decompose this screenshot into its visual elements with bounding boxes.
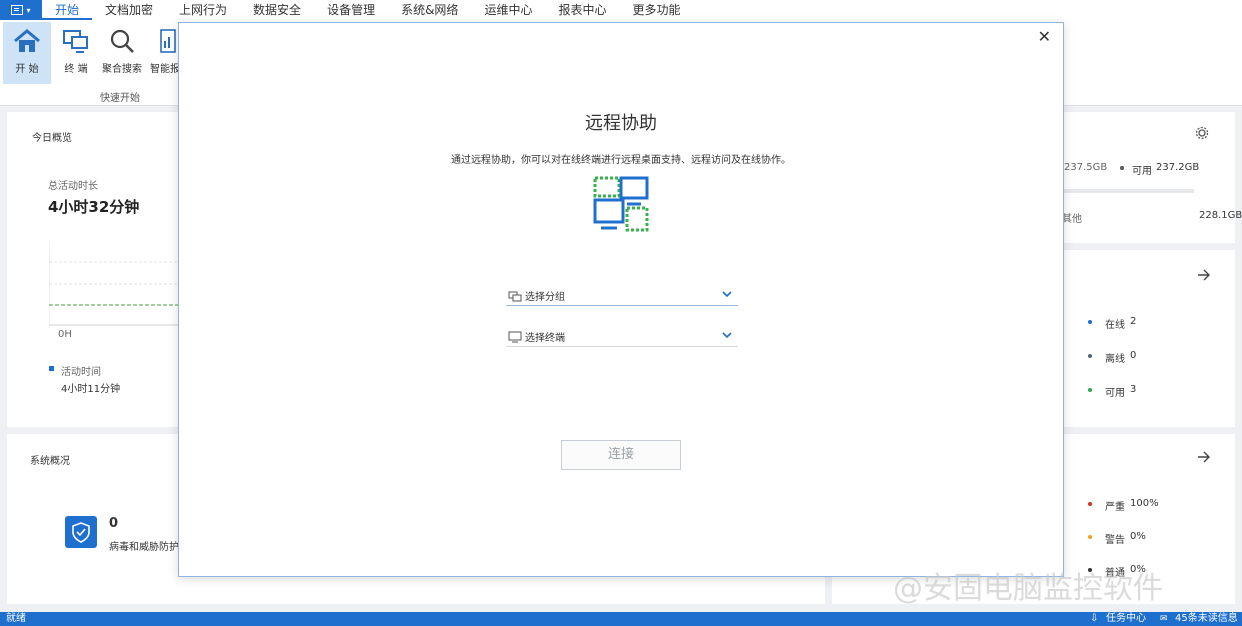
report-icon bbox=[160, 29, 176, 53]
monitor-icon bbox=[508, 331, 522, 342]
disk-other-label: 其他 bbox=[1062, 214, 1082, 225]
ribbon-terminal-label: 终 端 bbox=[64, 64, 88, 75]
menu-item-doc-encrypt[interactable]: 文档加密 bbox=[92, 0, 166, 20]
app-menu-button[interactable]: ▾ bbox=[0, 0, 42, 20]
menu-bar: ▾ 开始 文档加密 上网行为 数据安全 设备管理 系统&网络 运维中心 报表中心… bbox=[0, 0, 1242, 20]
system-overview-title: 系统概况 bbox=[30, 456, 70, 467]
ribbon-terminal-button[interactable]: 终 端 bbox=[52, 22, 100, 84]
shield-icon bbox=[65, 516, 97, 548]
disk-avail-dot bbox=[1120, 166, 1124, 170]
disk-avail-label: 可用 bbox=[1132, 166, 1152, 177]
group-select[interactable]: 选择分组 bbox=[506, 286, 738, 306]
ribbon-group-label: 快速开始 bbox=[100, 93, 140, 104]
gear-icon[interactable] bbox=[1195, 126, 1209, 140]
legend-value: 4小时11分钟 bbox=[61, 384, 121, 395]
available-value: 3 bbox=[1130, 384, 1137, 395]
offline-value: 0 bbox=[1130, 350, 1137, 361]
menu-item-more[interactable]: 更多功能 bbox=[619, 0, 693, 20]
online-dot bbox=[1088, 320, 1092, 324]
severe-label: 严重 bbox=[1105, 502, 1125, 513]
warning-value: 0% bbox=[1130, 531, 1146, 542]
menu-item-ops-center[interactable]: 运维中心 bbox=[471, 0, 545, 20]
status-bar: 就绪 ⇩ 任务中心 ✉ 45条未读信息 bbox=[0, 612, 1242, 626]
terminal-select-placeholder: 选择终端 bbox=[525, 333, 565, 344]
virus-label: 病毒和威胁防护 bbox=[109, 542, 179, 553]
online-value: 2 bbox=[1130, 316, 1137, 327]
arrow-right-icon[interactable] bbox=[1197, 268, 1211, 282]
terminal-status-card: 在线 2 离线 0 可用 3 bbox=[1060, 250, 1235, 427]
watermark: @安固电脑监控软件 bbox=[893, 571, 1163, 606]
status-text: 就绪 bbox=[6, 613, 26, 624]
arrow-right-icon[interactable] bbox=[1197, 450, 1211, 464]
group-icon bbox=[508, 291, 522, 301]
ribbon-report-button[interactable]: 智能报 bbox=[146, 22, 178, 84]
unread-messages-link[interactable]: 45条未读信息 bbox=[1175, 612, 1238, 626]
dialog-title: 远程协助 bbox=[585, 113, 657, 134]
disk-avail-value: 237.2GB bbox=[1156, 162, 1200, 173]
menu-item-report-center[interactable]: 报表中心 bbox=[545, 0, 619, 20]
offline-label: 离线 bbox=[1105, 354, 1125, 365]
severe-value: 100% bbox=[1130, 498, 1159, 509]
search-icon bbox=[110, 29, 134, 53]
home-icon bbox=[14, 29, 40, 52]
disk-used-value: 237.5GB bbox=[1064, 162, 1108, 173]
chevron-down-icon bbox=[722, 332, 732, 339]
available-dot bbox=[1088, 388, 1092, 392]
severe-dot bbox=[1088, 502, 1092, 506]
close-icon[interactable]: ✕ bbox=[1038, 27, 1051, 46]
total-active-label: 总活动时长 bbox=[48, 181, 98, 192]
legend-swatch bbox=[49, 366, 54, 371]
menu-item-device-mgmt[interactable]: 设备管理 bbox=[314, 0, 388, 20]
today-overview-card: 今日概览 总活动时长 4小时32分钟 0H 活动时间 4小时11分钟 bbox=[7, 112, 187, 427]
remote-assist-dialog: ✕ 远程协助 通过远程协助，你可以对在线终端进行远程桌面支持、远程访问及在线协作… bbox=[178, 22, 1064, 577]
ribbon-search-button[interactable]: 聚合搜索 bbox=[98, 22, 146, 84]
today-overview-title: 今日概览 bbox=[32, 133, 72, 144]
ribbon-report-label: 智能报 bbox=[150, 64, 178, 75]
disk-progress-bar bbox=[1060, 189, 1194, 193]
connect-button[interactable]: 连接 bbox=[561, 440, 681, 470]
disk-other-value: 228.1GB bbox=[1199, 210, 1242, 221]
chevron-down-icon: ▾ bbox=[26, 5, 31, 15]
group-select-placeholder: 选择分组 bbox=[525, 292, 565, 303]
menu-item-data-security[interactable]: 数据安全 bbox=[240, 0, 314, 20]
warning-label: 警告 bbox=[1105, 535, 1125, 546]
legend-label: 活动时间 bbox=[61, 367, 101, 378]
download-icon: ⇩ bbox=[1090, 613, 1099, 624]
terminal-select[interactable]: 选择终端 bbox=[506, 327, 738, 347]
online-label: 在线 bbox=[1105, 320, 1125, 331]
disk-card: 237.5GB 可用 237.2GB 其他 228.1GB bbox=[1060, 112, 1242, 243]
warning-dot bbox=[1088, 535, 1092, 539]
chevron-down-icon bbox=[722, 291, 732, 298]
message-icon: ✉ bbox=[1160, 614, 1168, 624]
chart-axis-label: 0H bbox=[58, 329, 72, 340]
ribbon-search-label: 聚合搜索 bbox=[102, 64, 142, 75]
activity-chart bbox=[49, 242, 187, 326]
remote-desktop-icon bbox=[593, 176, 649, 232]
terminal-icon bbox=[63, 30, 88, 53]
app-menu-icon bbox=[11, 5, 24, 15]
ribbon-start-button[interactable]: 开 始 bbox=[3, 22, 51, 84]
dialog-description: 通过远程协助，你可以对在线终端进行远程桌面支持、远程访问及在线协作。 bbox=[451, 155, 791, 166]
menu-item-web-behavior[interactable]: 上网行为 bbox=[166, 0, 240, 20]
virus-count: 0 bbox=[109, 516, 119, 531]
total-active-value: 4小时32分钟 bbox=[48, 198, 140, 216]
available-label: 可用 bbox=[1105, 388, 1125, 399]
task-center-link[interactable]: 任务中心 bbox=[1106, 612, 1146, 626]
menu-item-system-network[interactable]: 系统&网络 bbox=[388, 0, 471, 20]
ribbon-start-label: 开 始 bbox=[15, 64, 39, 75]
menu-item-start[interactable]: 开始 bbox=[42, 0, 93, 20]
offline-dot bbox=[1088, 354, 1092, 358]
